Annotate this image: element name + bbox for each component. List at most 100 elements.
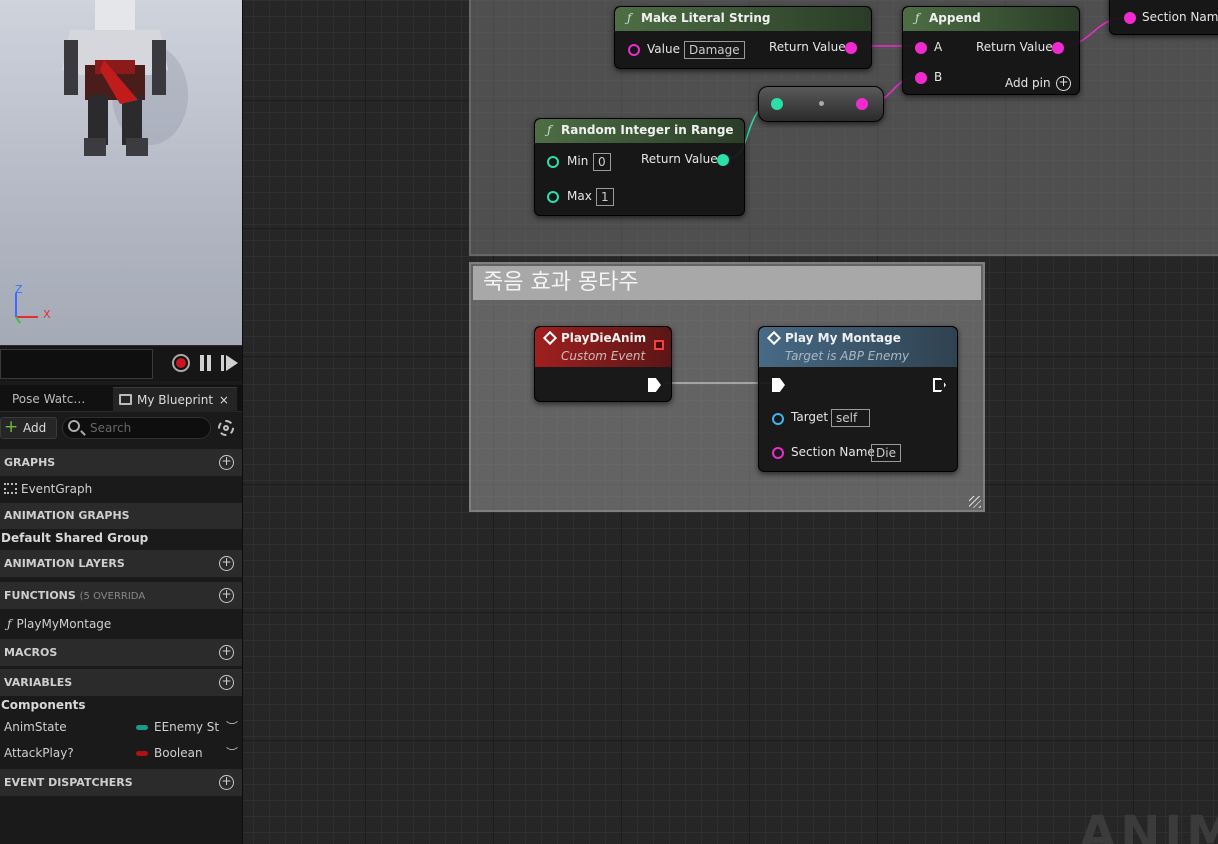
gear-center [223, 425, 229, 431]
delegate-pin-icon[interactable] [654, 340, 664, 350]
pin-a-in[interactable] [915, 42, 927, 54]
pin-max-in[interactable] [547, 191, 559, 203]
character-preview [62, 0, 188, 156]
left-panel: Z X Pose Watc… My Blueprint × + Add Sear… [0, 0, 243, 844]
add-pin-icon[interactable]: + [1056, 76, 1071, 91]
node-subtitle: Target is ABP Enemy [785, 349, 910, 363]
graph-item-label: EventGraph [21, 482, 93, 496]
node-append[interactable]: ƒ Append A B Return Value Add pin + [902, 6, 1080, 95]
pin-section-name-in[interactable] [772, 447, 784, 459]
playback-bar [0, 345, 242, 381]
section-variables[interactable]: VARIABLES + [0, 669, 242, 696]
tab-my-blueprint[interactable]: My Blueprint × [113, 387, 237, 412]
search-input[interactable]: Search [62, 417, 211, 439]
section-animation-layers[interactable]: ANIMATION LAYERS + [0, 550, 242, 577]
record-button[interactable] [172, 354, 190, 372]
tab-pose-watch-label: Pose Watc… [12, 392, 86, 406]
return-value-label: Return Value [769, 40, 846, 54]
node-random-integer-in-range[interactable]: ƒ Random Integer in Range Min 0 Max 1 Ret… [534, 118, 745, 216]
comment-title[interactable]: 죽음 효과 몽타주 [473, 266, 981, 300]
step-forward-button[interactable] [221, 355, 239, 371]
pin-target-in[interactable] [772, 413, 784, 425]
min-input[interactable]: 0 [593, 153, 611, 171]
pin-value-in[interactable] [628, 44, 640, 56]
value-input[interactable]: Damage [684, 41, 745, 59]
node-header: ƒ Random Integer in Range [535, 119, 744, 143]
section-functions[interactable]: FUNCTIONS (5 OVERRIDA + [0, 582, 242, 609]
pin-value-label: Value [647, 42, 680, 56]
pin-return-out[interactable] [845, 42, 857, 54]
timeline-field[interactable] [0, 349, 153, 379]
tab-pose-watch[interactable]: Pose Watc… [0, 387, 110, 412]
step-forward-icon [221, 355, 224, 371]
pin-min-label: Min [567, 154, 589, 168]
pin-target-label: Target [791, 410, 829, 424]
search-icon [68, 420, 80, 432]
section-graphs[interactable]: GRAPHS + [0, 449, 242, 476]
add-function-icon[interactable]: + [219, 588, 234, 603]
pin-section-in[interactable] [1124, 12, 1136, 24]
conversion-dot [819, 101, 824, 106]
section-event-dispatchers[interactable]: EVENT DISPATCHERS + [0, 769, 242, 796]
node-int-to-string-conversion[interactable] [758, 86, 884, 122]
max-input[interactable]: 1 [596, 188, 614, 206]
section-animation-layers-label: ANIMATION LAYERS [4, 557, 125, 570]
preview-viewport[interactable]: Z X [0, 0, 242, 345]
pause-icon [200, 355, 204, 371]
add-graph-icon[interactable]: + [219, 455, 234, 470]
pin-b-in[interactable] [915, 72, 927, 84]
tab-my-blueprint-label: My Blueprint [137, 393, 214, 407]
panel-tabs: Pose Watc… My Blueprint × [0, 385, 242, 412]
add-layer-icon[interactable]: + [219, 556, 234, 571]
visibility-eye-icon[interactable]: ︶ [226, 742, 238, 764]
graph-icon [4, 483, 17, 494]
unreal-editor: Z X Pose Watc… My Blueprint × + Add Sear… [0, 0, 1218, 844]
default-shared-group[interactable]: Default Shared Group [0, 527, 242, 549]
visibility-eye-icon[interactable]: ︶ [226, 716, 238, 738]
section-animation-graphs[interactable]: ANIMATION GRAPHS [0, 503, 242, 529]
axis-x-label: X [43, 308, 51, 321]
variable-type: EEnemy St [154, 720, 220, 734]
function-icon: ƒ [547, 123, 552, 137]
variable-name: AnimState [4, 720, 67, 734]
pause-button[interactable] [199, 355, 213, 371]
section-animation-graphs-label: ANIMATION GRAPHS [4, 509, 130, 522]
resize-handle-icon[interactable] [969, 496, 981, 508]
section-name-input[interactable]: Die [871, 444, 901, 462]
node-title: Make Literal String [641, 11, 771, 25]
variable-row[interactable]: AttackPlay? Boolean ︶ [0, 742, 242, 764]
function-item-playmymontage[interactable]: ƒ PlayMyMontage [0, 613, 242, 635]
event-graph-canvas[interactable]: ƒ Make Literal String Value Damage Return… [243, 0, 1218, 844]
pin-conv-out[interactable] [856, 98, 868, 110]
target-input[interactable]: self [831, 409, 870, 427]
section-name-label: Section Name [1142, 10, 1218, 24]
variable-row[interactable]: AnimState EEnemy St ︶ [0, 716, 242, 738]
add-button[interactable]: + Add [0, 417, 57, 439]
add-variable-icon[interactable]: + [219, 675, 234, 690]
settings-gear-icon[interactable] [218, 420, 234, 436]
pin-min-in[interactable] [547, 156, 559, 168]
node-header: Play My Montage Target is ABP Enemy [759, 327, 957, 367]
tab-close-icon[interactable]: × [219, 393, 229, 407]
pin-conv-in[interactable] [771, 98, 783, 110]
exec-out-pin[interactable] [933, 378, 946, 392]
exec-out-pin[interactable] [648, 378, 661, 392]
record-icon [176, 358, 186, 368]
exec-in-pin[interactable] [772, 378, 785, 392]
event-diamond-icon [542, 330, 558, 346]
node-play-my-montage[interactable]: Play My Montage Target is ABP Enemy Targe… [758, 326, 958, 472]
section-macros[interactable]: MACROS + [0, 639, 242, 666]
return-value-label: Return Value [976, 40, 1053, 54]
add-macro-icon[interactable]: + [219, 645, 234, 660]
pin-return-out[interactable] [717, 154, 729, 166]
add-dispatcher-icon[interactable]: + [219, 775, 234, 790]
variable-type-pill [136, 725, 148, 730]
axis-z-label: Z [15, 283, 23, 296]
pin-return-out[interactable] [1052, 42, 1064, 54]
node-play-die-anim-event[interactable]: PlayDieAnim Custom Event [534, 326, 672, 402]
node-section-name-stub[interactable]: Section Name [1109, 0, 1218, 35]
plus-icon: + [4, 417, 19, 437]
graph-item-eventgraph[interactable]: EventGraph [0, 478, 242, 500]
components-category[interactable]: Components [0, 694, 242, 716]
node-make-literal-string[interactable]: ƒ Make Literal String Value Damage Return… [614, 6, 872, 69]
